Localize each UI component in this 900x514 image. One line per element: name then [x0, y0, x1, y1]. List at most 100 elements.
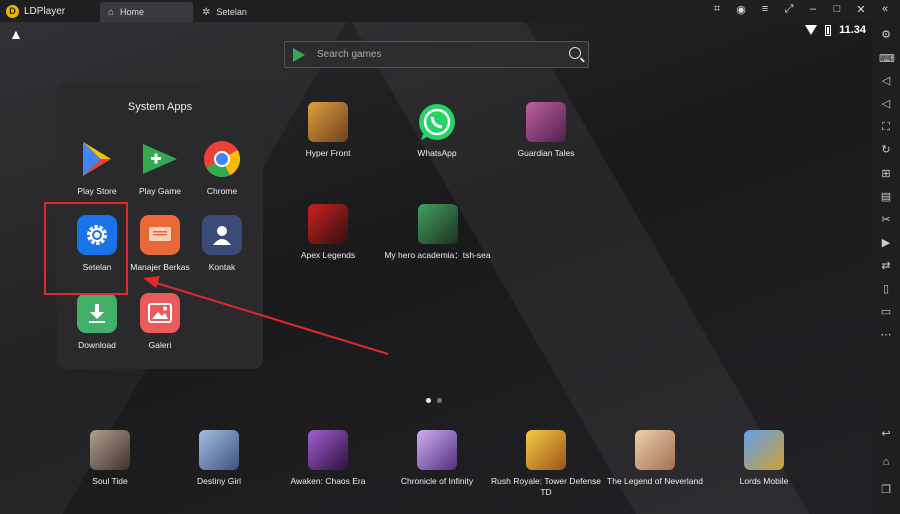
app-label: Soul Tide	[92, 476, 128, 486]
app-label: Guardian Tales	[517, 148, 575, 158]
keyboard-icon[interactable]: ⌨	[879, 52, 895, 66]
chrome-icon	[202, 139, 242, 179]
app-label: Manajer Berkas	[130, 262, 190, 272]
app-manajer-berkas[interactable]: Manajer Berkas	[125, 215, 195, 272]
page-dot[interactable]	[437, 398, 442, 403]
app-chrome[interactable]: Chrome	[187, 139, 257, 196]
app-name: LDPlayer	[24, 5, 66, 17]
settings-icon[interactable]: ⚙	[879, 28, 893, 42]
gallery-icon	[140, 293, 180, 333]
rush-royale-icon	[526, 430, 566, 470]
highlight-box	[44, 202, 128, 295]
home-nav-icon[interactable]: ⌂	[879, 455, 893, 469]
app-label: Hyper Front	[305, 148, 351, 158]
app-lords-mobile[interactable]: Lords Mobile	[709, 430, 819, 487]
app-download[interactable]: Download	[62, 293, 132, 350]
close-icon[interactable]: ✕	[854, 3, 868, 16]
play-games-icon	[140, 139, 180, 179]
chronicle-of-infinity-icon	[417, 430, 457, 470]
page-dot-active[interactable]	[426, 398, 431, 403]
app-play-store[interactable]: Play Store	[62, 139, 132, 196]
ldplayer-logo-icon: D	[6, 4, 19, 18]
search-icon[interactable]	[569, 47, 581, 59]
record-icon[interactable]: ▶	[879, 236, 893, 250]
app-awaken-chaos-era[interactable]: Awaken: Chaos Era	[273, 430, 383, 487]
app-rush-royale[interactable]: Rush Royale: Tower Defense TD	[491, 430, 601, 498]
app-label: Rush Royale: Tower Defense TD	[491, 476, 601, 497]
folder-title: System Apps	[127, 101, 193, 113]
app-galeri[interactable]: Galeri	[125, 293, 195, 350]
app-kontak[interactable]: Kontak	[187, 215, 257, 272]
play-store-logo-icon	[293, 47, 305, 62]
collapse-sidebar-icon[interactable]: «	[878, 3, 892, 16]
app-label: Download	[78, 340, 116, 350]
soul-tide-icon	[90, 430, 130, 470]
app-hyper-front[interactable]: Hyper Front	[273, 102, 383, 159]
app-apex-legends[interactable]: Apex Legends	[273, 204, 383, 261]
minimize-icon[interactable]: –	[806, 3, 820, 16]
app-label: Chronicle of Infinity	[400, 476, 474, 486]
search-bar[interactable]	[284, 41, 589, 68]
rotate-icon[interactable]: ↻	[879, 143, 893, 157]
app-label: Chrome	[206, 186, 238, 196]
more-icon[interactable]: ⋯	[879, 328, 893, 342]
screen-capture-icon[interactable]: ⛶	[879, 120, 893, 134]
app-destiny-girl[interactable]: Destiny Girl	[164, 430, 274, 487]
window-controls: ⌗ ◉ ≡ ⤢ – □ ✕ «	[710, 3, 892, 16]
app-label: The Legend of Neverland	[607, 476, 703, 486]
app-label: Apex Legends	[300, 250, 356, 260]
my-hero-academia-icon	[417, 204, 458, 244]
destiny-girl-icon	[199, 430, 239, 470]
app-label: Awaken: Chaos Era	[290, 476, 366, 486]
account-icon[interactable]: ◉	[734, 3, 748, 16]
right-toolbar: ⚙ ⌨ ◁ ◁ ⛶ ↻ ⊞ ▤ ✂ ▶ ⇄ ▯ ▭ ⋯ ↩ ⌂ ❐	[872, 22, 900, 514]
apex-legends-icon	[308, 204, 348, 244]
volume-down-icon[interactable]: ◁	[879, 97, 893, 111]
app-label: Kontak	[208, 262, 236, 272]
download-icon	[77, 293, 117, 333]
app-whatsapp[interactable]: WhatsApp	[382, 102, 492, 159]
tab-setelan-label: Setelan	[216, 7, 247, 17]
guardian-tales-icon	[526, 102, 566, 142]
search-input[interactable]	[315, 48, 559, 61]
app-label: Destiny Girl	[197, 476, 241, 486]
gamepad-icon[interactable]: ⌗	[710, 3, 724, 16]
android-screen: ▲ 11.34 System Apps Play Store Play Game	[0, 22, 872, 514]
app-brand: D LDPlayer	[6, 3, 65, 19]
app-legend-of-neverland[interactable]: The Legend of Neverland	[600, 430, 710, 487]
scissors-icon[interactable]: ✂	[879, 213, 893, 227]
tab-home-label: Home	[120, 7, 145, 17]
status-bar: 11.34	[805, 24, 866, 36]
app-guardian-tales[interactable]: Guardian Tales	[491, 102, 601, 159]
whatsapp-icon	[417, 102, 457, 142]
app-label: Galeri	[148, 340, 172, 350]
page-indicator	[426, 398, 442, 403]
maximize-icon[interactable]: □	[830, 3, 844, 16]
app-chronicle-of-infinity[interactable]: Chronicle of Infinity	[382, 430, 492, 487]
menu-icon[interactable]: ≡	[758, 3, 772, 16]
app-label: Play Store	[77, 186, 117, 196]
apk-icon[interactable]: ▤	[879, 190, 893, 204]
recent-apps-icon[interactable]: ❐	[879, 483, 893, 497]
launcher-logo-icon: ▲	[9, 26, 23, 42]
app-label: Lords Mobile	[739, 476, 789, 486]
install-apk-icon[interactable]: ⊞	[879, 167, 893, 181]
sync-icon[interactable]: ⇄	[879, 259, 893, 273]
shake-icon[interactable]: ▯	[879, 282, 893, 296]
volume-up-icon[interactable]: ◁	[879, 74, 893, 88]
app-soul-tide[interactable]: Soul Tide	[55, 430, 165, 487]
contacts-icon	[202, 215, 242, 255]
battery-icon	[825, 24, 832, 36]
app-label: Play Game	[138, 186, 182, 196]
home-icon: ⌂	[108, 6, 115, 18]
awaken-chaos-era-icon	[308, 430, 348, 470]
back-icon[interactable]: ↩	[879, 427, 893, 441]
app-my-hero-academia[interactable]: My hero academia：tsh-sea	[370, 204, 505, 261]
hyper-front-icon	[308, 102, 348, 142]
tab-home[interactable]: ⌂ Home	[100, 2, 193, 22]
fullscreen-icon[interactable]: ⤢	[782, 3, 796, 16]
app-play-game[interactable]: Play Game	[125, 139, 195, 196]
wifi-icon	[805, 25, 818, 35]
folder-icon[interactable]: ▭	[879, 305, 893, 319]
tab-setelan[interactable]: ✲ Setelan	[194, 2, 286, 22]
